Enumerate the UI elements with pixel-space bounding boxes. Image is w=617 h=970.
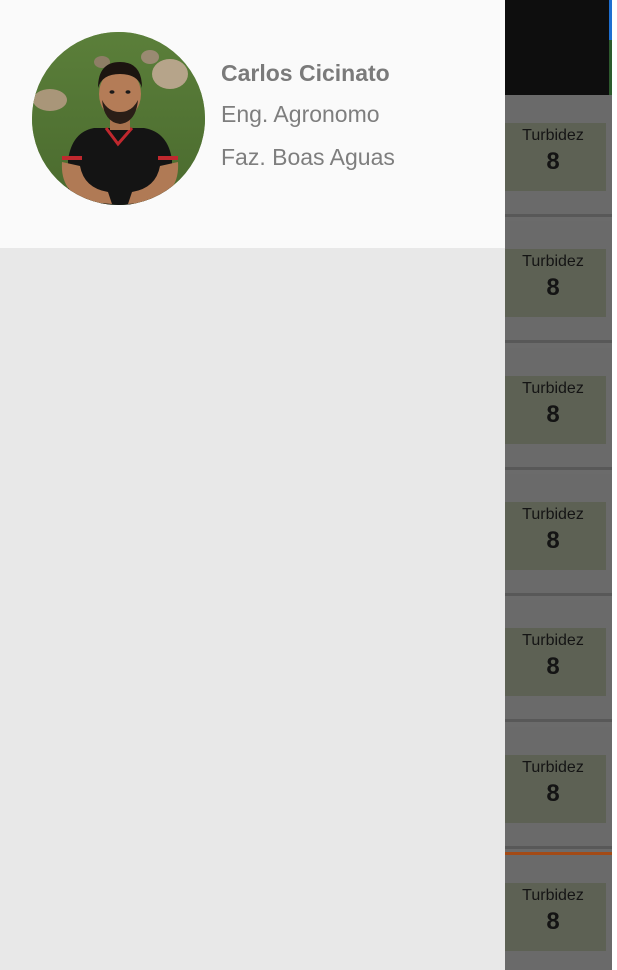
turbidity-metric: Turbidez 8 <box>500 755 606 823</box>
metric-value: 8 <box>546 401 560 428</box>
metric-value: 8 <box>546 908 560 935</box>
metric-value: 8 <box>546 148 560 175</box>
drawer-header: Carlos Cicinato Eng. Agronomo Faz. Boas … <box>0 0 505 248</box>
metric-value: 8 <box>546 780 560 807</box>
turbidity-metric: Turbidez 8 <box>500 628 606 696</box>
metric-label: Turbidez <box>522 253 584 270</box>
metric-label: Turbidez <box>522 380 584 397</box>
metric-value: 8 <box>546 653 560 680</box>
user-photo-icon[interactable] <box>32 32 205 205</box>
metric-label: Turbidez <box>522 632 584 649</box>
user-role: Eng. Agronomo <box>221 101 380 127</box>
turbidity-metric: Turbidez 8 <box>500 249 606 317</box>
metric-label: Turbidez <box>522 127 584 144</box>
turbidity-metric: Turbidez 8 <box>500 883 606 951</box>
navigation-drawer[interactable]: Carlos Cicinato Eng. Agronomo Faz. Boas … <box>0 0 505 970</box>
turbidity-metric: Turbidez 8 <box>500 376 606 444</box>
user-name: Carlos Cicinato <box>221 60 390 86</box>
metric-label: Turbidez <box>522 506 584 523</box>
user-farm: Faz. Boas Aguas <box>221 144 395 170</box>
metric-value: 8 <box>546 527 560 554</box>
avatar-image <box>32 32 205 205</box>
toolbar-accent <box>609 0 612 40</box>
metric-label: Turbidez <box>522 887 584 904</box>
metric-value: 8 <box>546 274 560 301</box>
metric-label: Turbidez <box>522 759 584 776</box>
turbidity-metric: Turbidez 8 <box>500 502 606 570</box>
turbidity-metric: Turbidez 8 <box>500 123 606 191</box>
user-info: Carlos Cicinato Eng. Agronomo Faz. Boas … <box>221 60 395 171</box>
toolbar-accent-secondary <box>609 40 612 95</box>
